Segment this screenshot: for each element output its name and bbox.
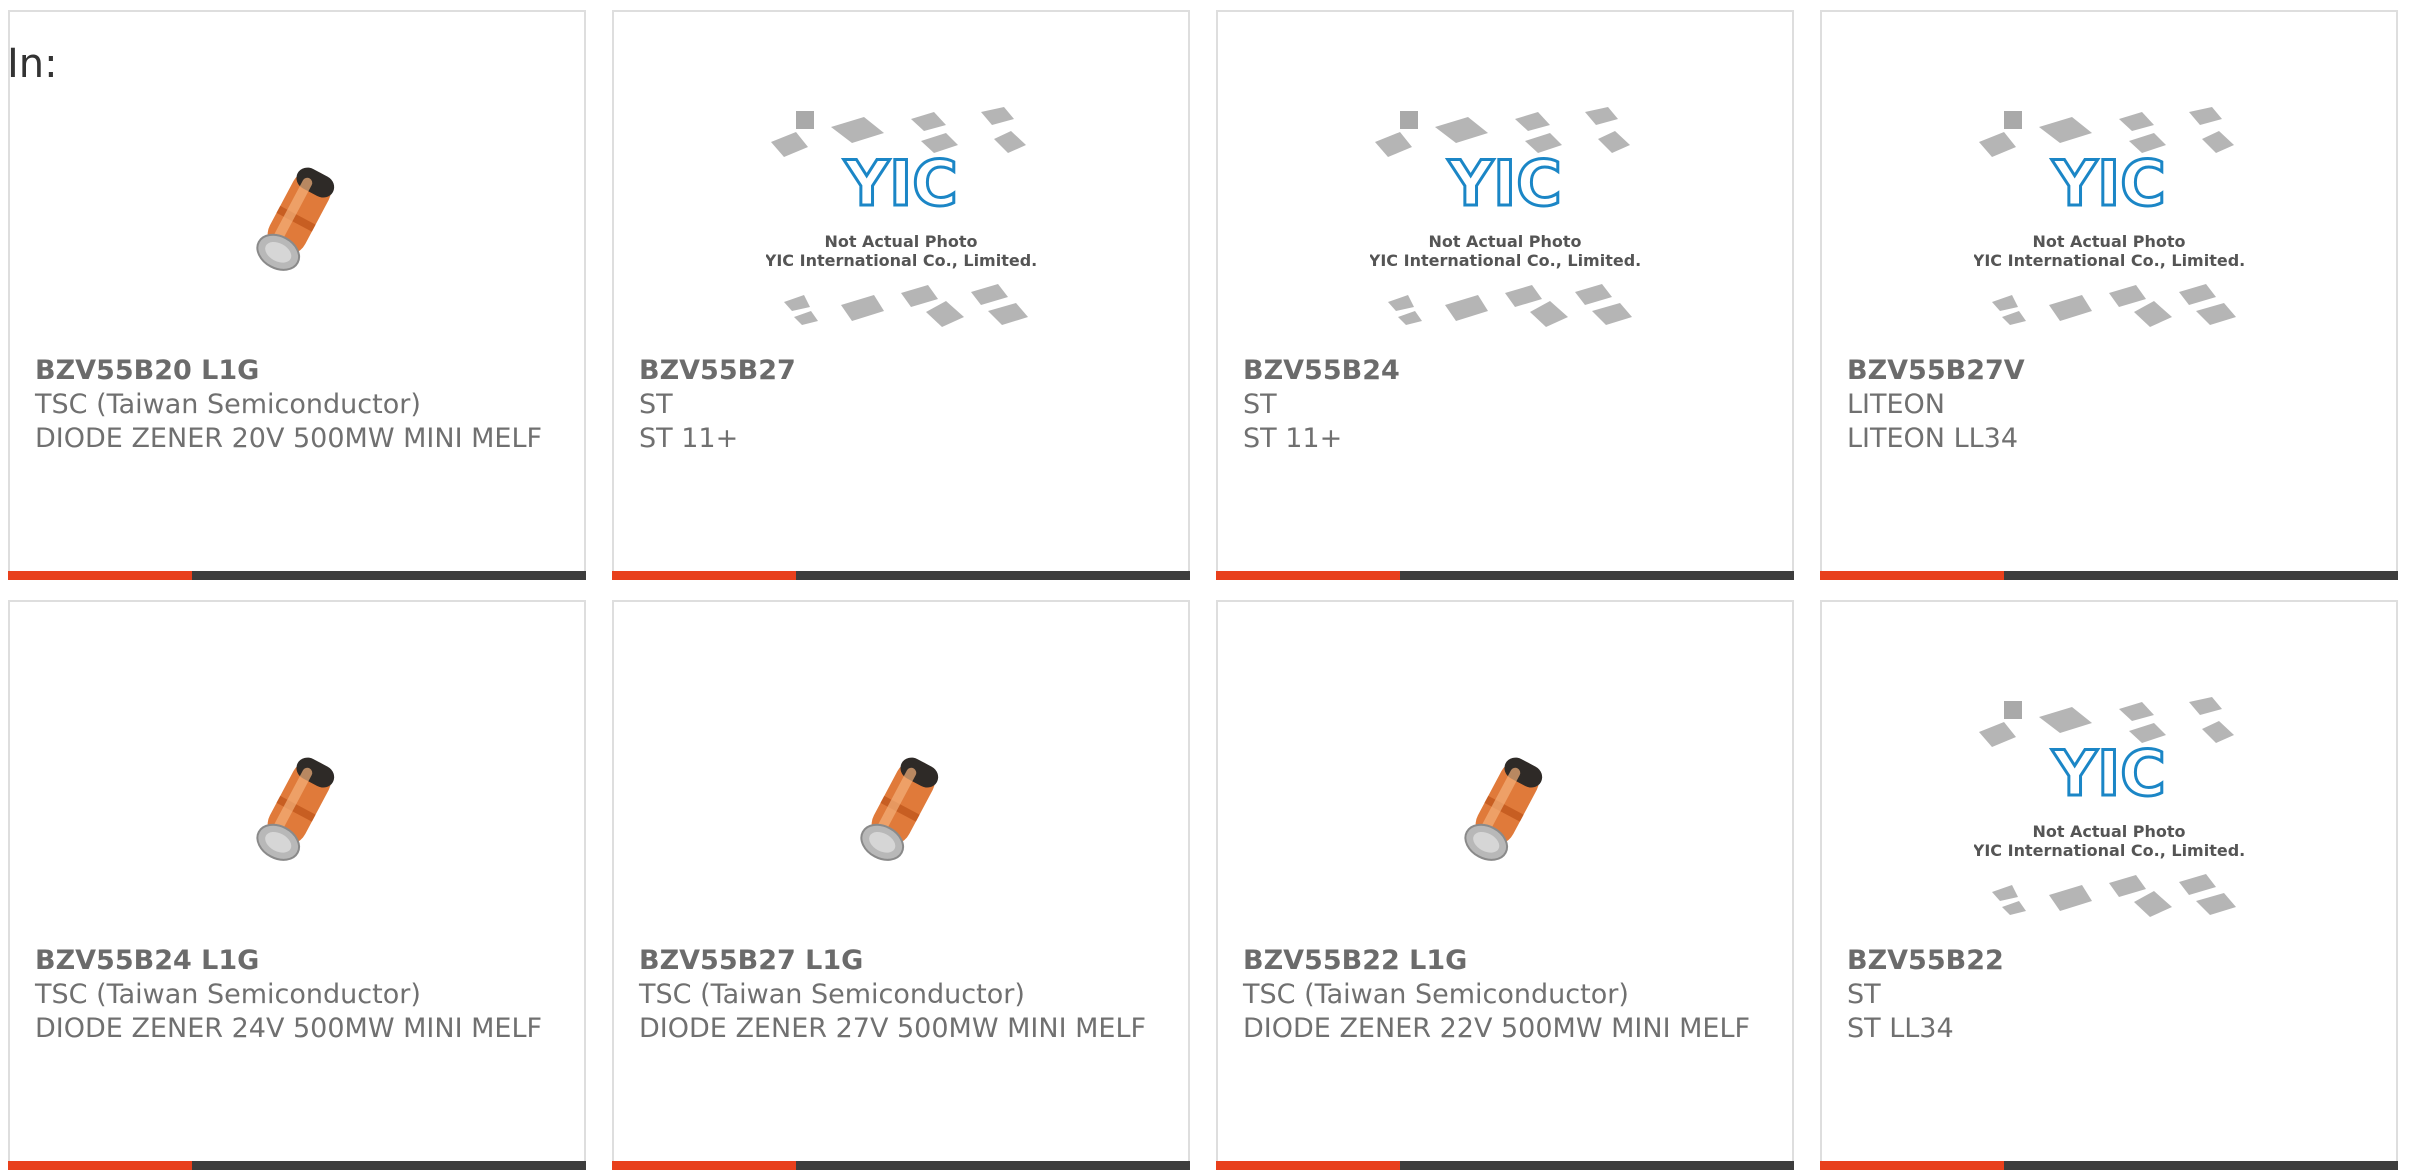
product-card[interactable]: YIC Not Actual Photo YIC International C… <box>1216 10 1794 580</box>
part-number[interactable]: BZV55B27 <box>639 354 1168 388</box>
part-number[interactable]: BZV55B20 L1G <box>35 354 564 388</box>
yic-placeholder-icon: YIC Not Actual Photo YIC International C… <box>1370 107 1640 327</box>
diode-photo[interactable] <box>10 82 584 352</box>
product-card[interactable]: YIC Not Actual Photo YIC International C… <box>612 10 1190 580</box>
diode-icon <box>256 757 335 861</box>
product-card[interactable]: BZV55B24 L1G TSC (Taiwan Semiconductor) … <box>8 600 586 1170</box>
product-card[interactable]: BZV55B20 L1G TSC (Taiwan Semiconductor) … <box>8 10 586 580</box>
description: LITEON LL34 <box>1847 423 2019 454</box>
manufacturer: LITEON <box>1847 389 1946 420</box>
manufacturer: ST <box>639 389 673 420</box>
not-actual-photo[interactable]: YIC Not Actual Photo YIC International C… <box>1822 672 2396 942</box>
card-footer-bar <box>612 1161 1190 1170</box>
manufacturer: ST <box>1243 389 1277 420</box>
yic-placeholder-icon: YIC Not Actual Photo YIC International C… <box>766 107 1036 327</box>
diode-photo[interactable] <box>10 672 584 942</box>
part-number[interactable]: BZV55B27 L1G <box>639 944 1168 978</box>
product-grid: BZV55B20 L1G TSC (Taiwan Semiconductor) … <box>0 0 2410 1170</box>
not-actual-photo[interactable]: YIC Not Actual Photo YIC International C… <box>1822 82 2396 352</box>
part-number[interactable]: BZV55B22 <box>1847 944 2376 978</box>
card-footer-bar <box>1820 1161 2398 1170</box>
card-footer-bar <box>8 1161 586 1170</box>
product-card[interactable]: YIC Not Actual Photo YIC International C… <box>1820 10 2398 580</box>
svg-text:YIC International Co., Limited: YIC International Co., Limited. <box>766 251 1036 270</box>
manufacturer: TSC (Taiwan Semiconductor) <box>35 979 421 1010</box>
part-number[interactable]: BZV55B27V <box>1847 354 2376 388</box>
svg-text:Not Actual Photo: Not Actual Photo <box>824 232 977 251</box>
product-card[interactable]: BZV55B22 L1G TSC (Taiwan Semiconductor) … <box>1216 600 1794 1170</box>
diode-photo[interactable] <box>614 672 1188 942</box>
svg-text:YIC: YIC <box>843 147 957 220</box>
card-footer-bar <box>612 571 1190 580</box>
in-label: In: <box>7 41 58 87</box>
svg-text:Not Actual Photo: Not Actual Photo <box>2032 232 2185 251</box>
description: DIODE ZENER 27V 500MW MINI MELF <box>639 1013 1147 1044</box>
svg-text:YIC: YIC <box>1447 147 1561 220</box>
not-actual-photo[interactable]: YIC Not Actual Photo YIC International C… <box>614 82 1188 352</box>
description: ST 11+ <box>1243 423 1343 454</box>
description: DIODE ZENER 24V 500MW MINI MELF <box>35 1013 543 1044</box>
description: ST 11+ <box>639 423 739 454</box>
part-number[interactable]: BZV55B22 L1G <box>1243 944 1772 978</box>
svg-text:Not Actual Photo: Not Actual Photo <box>1428 232 1581 251</box>
part-number[interactable]: BZV55B24 <box>1243 354 1772 388</box>
yic-placeholder-icon: YIC Not Actual Photo YIC International C… <box>1974 697 2244 917</box>
diode-icon <box>860 757 939 861</box>
diode-icon <box>1464 757 1543 861</box>
card-footer-bar <box>1216 571 1794 580</box>
svg-text:YIC International Co., Limited: YIC International Co., Limited. <box>1974 251 2244 270</box>
svg-text:YIC: YIC <box>2051 737 2165 810</box>
svg-text:YIC: YIC <box>2051 147 2165 220</box>
description: DIODE ZENER 22V 500MW MINI MELF <box>1243 1013 1751 1044</box>
svg-text:YIC International Co., Limited: YIC International Co., Limited. <box>1974 841 2244 860</box>
part-number[interactable]: BZV55B24 L1G <box>35 944 564 978</box>
card-footer-bar <box>8 571 586 580</box>
not-actual-photo[interactable]: YIC Not Actual Photo YIC International C… <box>1218 82 1792 352</box>
manufacturer: TSC (Taiwan Semiconductor) <box>1243 979 1629 1010</box>
product-card[interactable]: BZV55B27 L1G TSC (Taiwan Semiconductor) … <box>612 600 1190 1170</box>
diode-photo[interactable] <box>1218 672 1792 942</box>
svg-text:YIC International Co., Limited: YIC International Co., Limited. <box>1370 251 1640 270</box>
svg-text:Not Actual Photo: Not Actual Photo <box>2032 822 2185 841</box>
manufacturer: TSC (Taiwan Semiconductor) <box>639 979 1025 1010</box>
card-footer-bar <box>1216 1161 1794 1170</box>
product-card[interactable]: YIC Not Actual Photo YIC International C… <box>1820 600 2398 1170</box>
manufacturer: ST <box>1847 979 1881 1010</box>
card-footer-bar <box>1820 571 2398 580</box>
diode-icon <box>256 167 335 271</box>
description: ST LL34 <box>1847 1013 1954 1044</box>
description: DIODE ZENER 20V 500MW MINI MELF <box>35 423 543 454</box>
yic-placeholder-icon: YIC Not Actual Photo YIC International C… <box>1974 107 2244 327</box>
manufacturer: TSC (Taiwan Semiconductor) <box>35 389 421 420</box>
